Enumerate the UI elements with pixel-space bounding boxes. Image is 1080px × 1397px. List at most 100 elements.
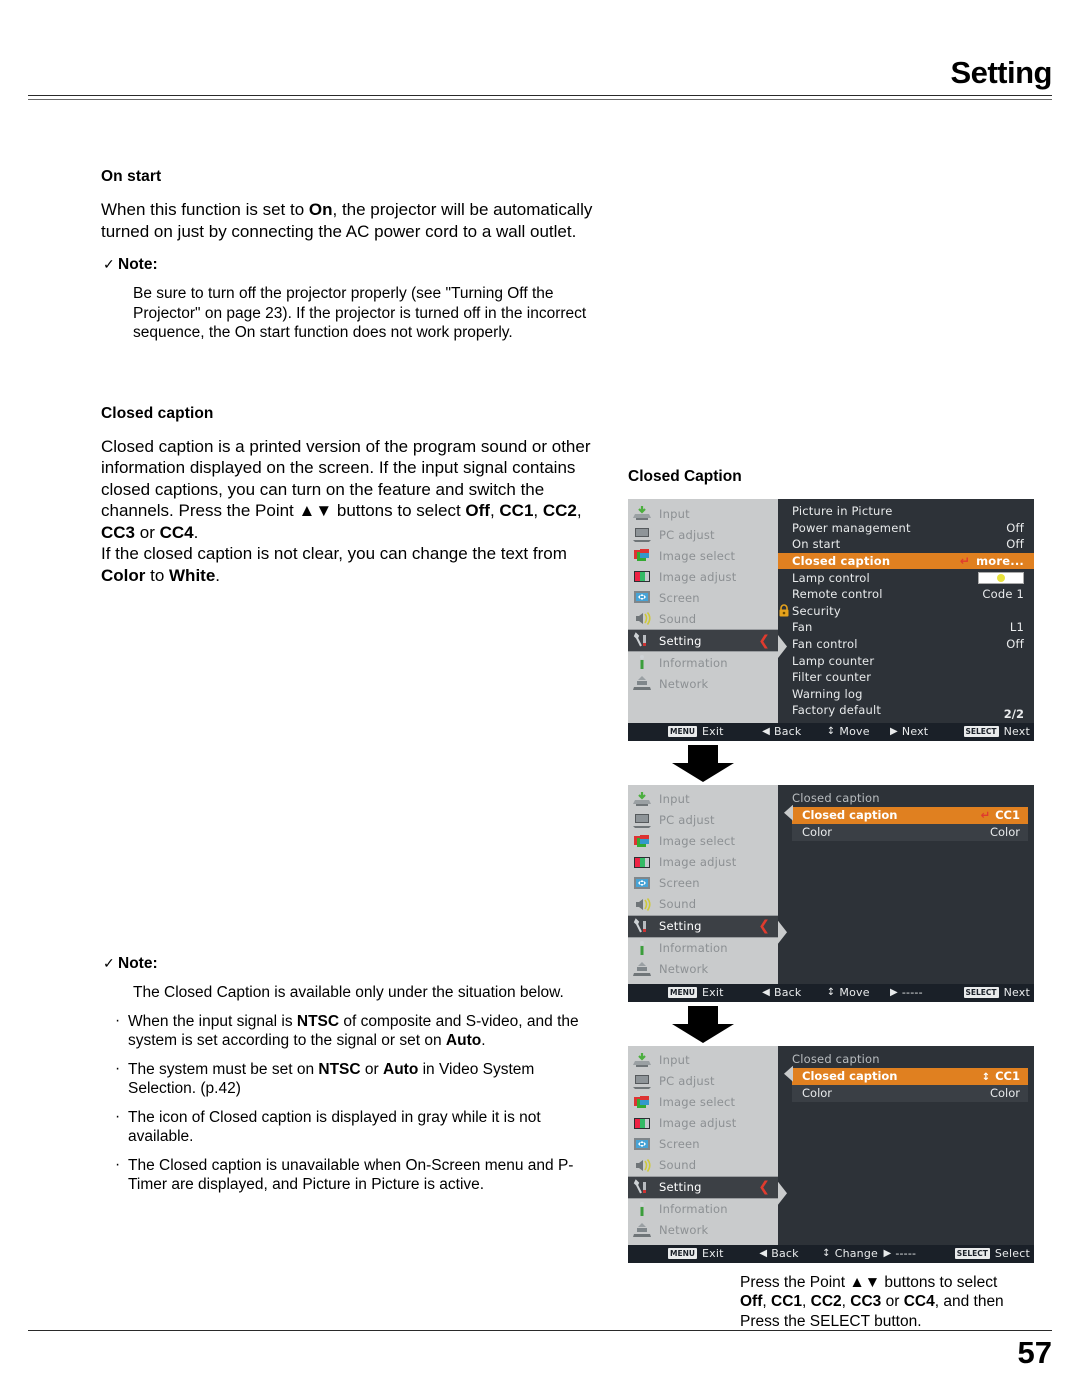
sidebar-item-label: Input (659, 792, 690, 807)
action-bar-label: ----- (901, 986, 923, 1000)
row-label: Power management (792, 520, 911, 535)
sidebar-item-screen[interactable]: Screen (628, 873, 778, 894)
note2-bullet-list: · When the input signal is NTSC of compos… (115, 1012, 593, 1195)
cc-text-b: If the closed caption is not clear, you … (101, 544, 567, 563)
sidebar-item-image-select[interactable]: Image select (628, 545, 778, 566)
osd-menu-3: Input PC adjust Image select Image adjust Sc… (628, 1045, 1034, 1263)
osd-sidebar: Input PC adjust Image select Image adjust Sc… (628, 499, 778, 723)
bullet-post: . (481, 1032, 486, 1049)
direction-glyph-icon: ↕ (822, 1248, 831, 1260)
submenu-row[interactable]: Closed caption ↕ CC1 (792, 1067, 1028, 1085)
bullet-b2: Auto (383, 1060, 419, 1078)
action-bar-item[interactable]: ▶ ----- (883, 1247, 954, 1260)
caption-cc3: CC3 (850, 1293, 882, 1311)
action-bar-label: Exit (701, 986, 724, 1000)
sidebar-item-sound[interactable]: Sound (628, 608, 778, 629)
submenu-rows: Closed caption ↵ CC1 Color Color (792, 806, 1028, 841)
menu-row[interactable]: Picture in Picture (778, 503, 1034, 520)
sidebar-item-label: Image adjust (659, 855, 737, 870)
direction-glyph-icon: ▶ (883, 1248, 892, 1260)
action-bar-item[interactable]: ◀ Back (759, 1247, 822, 1260)
network-icon (632, 1222, 652, 1239)
sidebar-item-image-adjust[interactable]: Image adjust (628, 1113, 778, 1134)
action-bar-item[interactable]: SELECT Next (963, 725, 1031, 738)
menu-row[interactable]: Fan L1 (778, 619, 1034, 636)
speaker-icon (632, 1157, 652, 1174)
sidebar-item-setting[interactable]: Setting ❮ (628, 629, 778, 652)
sidebar-item-network[interactable]: Network (628, 673, 778, 694)
menu-row[interactable]: Factory default (778, 702, 1034, 719)
action-bar-item[interactable]: ↕ Change (822, 1247, 883, 1260)
sidebar-item-setting[interactable]: Setting ❮ (628, 914, 778, 938)
sidebar-item-label: Setting (659, 1180, 702, 1195)
sidebar-item-pc-adjust[interactable]: PC adjust (628, 1071, 778, 1092)
sidebar-item-network[interactable]: Network (628, 1220, 778, 1241)
sidebar-item-input[interactable]: Input (628, 789, 778, 810)
direction-glyph-icon: ◀ (762, 987, 770, 999)
sidebar-item-network[interactable]: Network (628, 959, 778, 980)
sidebar-item-image-adjust[interactable]: Image adjust (628, 852, 778, 873)
submenu-row[interactable]: Color Color (792, 1085, 1028, 1102)
row-label: Security (792, 603, 841, 618)
screen-icon (632, 875, 652, 892)
menu-row[interactable]: Warning log (778, 686, 1034, 703)
action-bar-item[interactable]: ↕ Move (827, 986, 890, 999)
action-bar-item[interactable]: MENU Exit (632, 725, 762, 738)
menu-row[interactable]: Power management Off (778, 520, 1034, 537)
menu-row[interactable]: Filter counter (778, 669, 1034, 686)
chevron-left-icon: ❮ (758, 1179, 770, 1196)
sidebar-item-label: Image adjust (659, 1116, 737, 1131)
action-bar-item[interactable]: ▶ Next (890, 725, 964, 738)
sidebar-item-input[interactable]: Input (628, 503, 778, 524)
menu-row[interactable]: Lamp counter (778, 652, 1034, 669)
menu-row[interactable]: Remote control Code 1 (778, 586, 1034, 603)
action-bar-item[interactable]: SELECT Next (963, 986, 1031, 999)
lamp-control-indicator[interactable] (978, 571, 1024, 584)
action-bar-item[interactable]: ▶ ----- (890, 986, 964, 999)
sidebar-item-label: Image select (659, 548, 736, 563)
submenu-title: Closed caption (792, 790, 880, 805)
menu-row[interactable]: Security (778, 603, 1034, 620)
sidebar-item-input[interactable]: Input (628, 1050, 778, 1071)
sidebar-item-screen[interactable]: Screen (628, 1134, 778, 1155)
menu-row[interactable]: Fan control Off (778, 636, 1034, 653)
sidebar-item-information[interactable]: Information (628, 938, 778, 959)
sidebar-item-image-select[interactable]: Image select (628, 831, 778, 852)
osd-body: Input PC adjust Image select Image adjust Sc… (628, 784, 1034, 984)
sidebar-item-label: Setting (659, 633, 702, 648)
action-bar-item[interactable]: ◀ Back (762, 986, 827, 999)
action-bar-item[interactable]: ◀ Back (762, 725, 827, 738)
sidebar-item-label: Information (659, 941, 728, 956)
sidebar-item-information[interactable]: Information (628, 1199, 778, 1220)
action-bar-item[interactable]: MENU Exit (632, 986, 762, 999)
menu-row[interactable]: On start Off (778, 536, 1034, 553)
submenu-row[interactable]: Color Color (792, 824, 1028, 841)
bullet-dot-icon: · (115, 1059, 121, 1077)
row-label: Picture in Picture (792, 504, 893, 519)
sidebar-item-image-select[interactable]: Image select (628, 1092, 778, 1113)
caption-or: or (881, 1293, 904, 1311)
sidebar-item-image-adjust[interactable]: Image adjust (628, 566, 778, 587)
sidebar-item-sound[interactable]: Sound (628, 1155, 778, 1176)
bullet-b1: NTSC (296, 1012, 340, 1030)
on-start-bold-on: On (308, 200, 333, 219)
sidebar-item-screen[interactable]: Screen (628, 587, 778, 608)
sidebar-item-sound[interactable]: Sound (628, 894, 778, 915)
row-value: L1 (1009, 620, 1024, 635)
action-bar-item[interactable]: MENU Exit (632, 1247, 759, 1260)
menu-row[interactable]: Closed caption ↵ more... (778, 552, 1034, 570)
submenu-row[interactable]: Closed caption ↵ CC1 (792, 806, 1028, 824)
sidebar-item-information[interactable]: Information (628, 652, 778, 673)
sidebar-item-pc-adjust[interactable]: PC adjust (628, 524, 778, 545)
sidebar-item-pc-adjust[interactable]: PC adjust (628, 810, 778, 831)
cc-opt-off: Off (465, 501, 490, 520)
action-bar-item[interactable]: ↕ Move (827, 725, 890, 738)
sidebar-item-setting[interactable]: Setting ❮ (628, 1175, 778, 1199)
action-bar-item[interactable]: SELECT Select (954, 1247, 1030, 1260)
menu-row[interactable]: Lamp control (778, 569, 1034, 586)
sidebar-item-label: Image select (659, 1095, 736, 1110)
key-badge-select: SELECT (963, 726, 999, 738)
action-bar-label: ----- (895, 1247, 917, 1261)
image-adjust-icon (632, 568, 652, 585)
